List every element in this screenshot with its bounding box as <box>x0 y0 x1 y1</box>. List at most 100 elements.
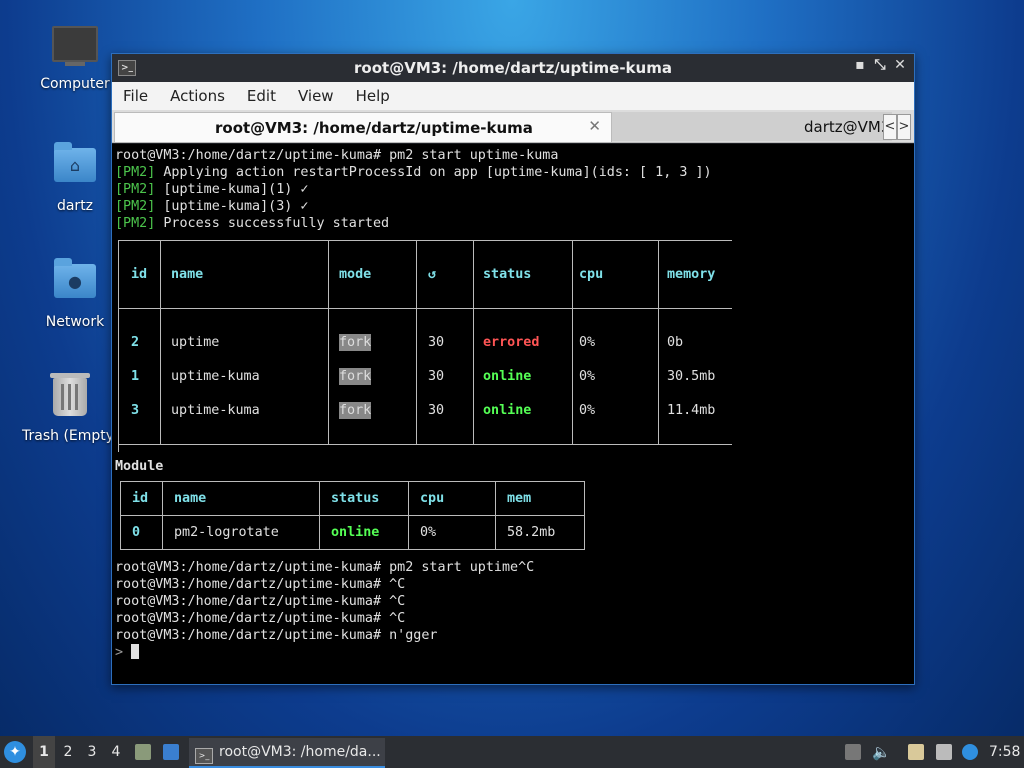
row-memory: 11.4mb <box>667 403 716 418</box>
module-row-mem: 58.2mb <box>495 515 585 550</box>
pm2-tag: [PM2] <box>115 199 156 214</box>
menu-file[interactable]: File <box>112 87 159 105</box>
volume-icon[interactable]: 🔈 <box>872 744 891 760</box>
command-text: ^C <box>381 594 406 609</box>
command-line: root@VM3:/home/dartz/uptime-kuma# pm2 st… <box>115 559 914 576</box>
tab-close-icon[interactable]: ✕ <box>588 117 601 135</box>
desktop-icon-home[interactable]: ⌂ dartz <box>27 140 123 214</box>
module-header-id: id <box>120 481 163 516</box>
taskbar-task-terminal[interactable]: >_ root@VM3: /home/da... <box>189 738 385 768</box>
module-title: Module <box>115 459 164 474</box>
start-menu-icon[interactable]: ✦ <box>4 741 26 763</box>
workspace-2[interactable]: 2 <box>57 736 79 768</box>
update-notifier-icon[interactable] <box>962 744 978 760</box>
command-line: root@VM3:/home/dartz/uptime-kuma# ^C <box>115 610 914 627</box>
row-cpu: 0% <box>579 403 596 418</box>
prompt: root@VM3:/home/dartz/uptime-kuma# <box>115 577 382 592</box>
row-status: errored <box>483 335 540 350</box>
desktop-icon-label: Network <box>45 314 105 330</box>
pm2-output-line: [PM2] [uptime-kuma](3) ✓ <box>115 198 914 215</box>
terminal-output[interactable]: root@VM3:/home/dartz/uptime-kuma# pm2 st… <box>112 144 914 684</box>
table-header-name: name <box>171 267 204 282</box>
file-manager-launcher-icon[interactable] <box>135 744 151 760</box>
desktop-icon-trash[interactable]: Trash (Empty) <box>22 372 120 444</box>
workspace-1[interactable]: 1 <box>33 736 55 768</box>
desktop-icon-label: Computer <box>40 76 110 92</box>
clock[interactable]: 7:58 <box>989 736 1020 768</box>
command-line: root@VM3:/home/dartz/uptime-kuma# ^C <box>115 576 914 593</box>
menu-help[interactable]: Help <box>345 87 401 105</box>
command-text: n'gger <box>381 628 438 643</box>
module-row-cpu: 0% <box>408 515 496 550</box>
row-id: 2 <box>131 335 140 350</box>
window-titlebar[interactable]: >_ root@VM3: /home/dartz/uptime-kuma ▪ ⤡… <box>112 54 914 82</box>
window-title: root@VM3: /home/dartz/uptime-kuma <box>354 59 672 77</box>
module-header-status: status <box>319 481 409 516</box>
row-restarts: 30 <box>428 403 445 418</box>
menu-bar: File Actions Edit View Help <box>112 82 914 110</box>
terminal-icon: >_ <box>195 748 213 764</box>
tab-root[interactable]: root@VM3: /home/dartz/uptime-kuma ✕ <box>114 112 612 142</box>
command-text: ^C <box>381 577 406 592</box>
taskbar: ✦ 1 2 3 4 >_ root@VM3: /home/da... 🔈 7:58 <box>0 736 1024 768</box>
tab-scroll-right-button[interactable]: > <box>897 114 911 140</box>
tab-dartz[interactable]: dartz@VM3: ~ <box>612 112 892 141</box>
table-header-restarts: ↺ <box>428 267 437 282</box>
pm2-tag: [PM2] <box>115 216 156 231</box>
pm2-tag: [PM2] <box>115 182 156 197</box>
desktop-icon-network[interactable]: ● Network <box>27 256 123 330</box>
prompt: root@VM3:/home/dartz/uptime-kuma# <box>115 148 382 163</box>
desktop-icon-computer[interactable]: Computer <box>27 22 123 92</box>
prompt: root@VM3:/home/dartz/uptime-kuma# <box>115 594 382 609</box>
terminal-window[interactable]: >_ root@VM3: /home/dartz/uptime-kuma ▪ ⤡… <box>111 53 915 685</box>
command-line: root@VM3:/home/dartz/uptime-kuma# ^C <box>115 593 914 610</box>
close-button[interactable]: ✕ <box>890 57 910 73</box>
command-text: pm2 start uptime-kuma <box>381 148 559 163</box>
minimize-button[interactable]: ▪ <box>850 57 870 73</box>
module-row-id: 0 <box>120 515 163 550</box>
network-icon[interactable] <box>936 744 952 760</box>
text-cursor[interactable] <box>131 644 140 659</box>
tab-scroll-left-button[interactable]: < <box>883 114 897 140</box>
pm2-output-line: [PM2] Process successfully started <box>115 215 914 232</box>
tray-up-icon[interactable] <box>845 744 861 760</box>
module-header-mem: mem <box>495 481 585 516</box>
module-table-row: 0 pm2-logrotate online 0% 58.2mb <box>120 515 585 550</box>
command-text: pm2 start uptime^C <box>381 560 535 575</box>
process-table: id name mode ↺ status cpu memory 2 uptim… <box>118 232 732 452</box>
row-memory: 30.5mb <box>667 369 716 384</box>
pm2-output-line: [PM2] [uptime-kuma](1) ✓ <box>115 181 914 198</box>
row-mode: fork <box>339 402 372 419</box>
clipboard-icon[interactable] <box>908 744 924 760</box>
row-id: 1 <box>131 369 140 384</box>
table-header-memory: memory <box>667 267 716 282</box>
tab-bar: root@VM3: /home/dartz/uptime-kuma ✕ dart… <box>112 110 914 143</box>
pm2-text: [uptime-kuma](3) ✓ <box>155 199 309 214</box>
row-status: online <box>483 403 532 418</box>
pm2-text: Process successfully started <box>155 216 390 231</box>
continuation-prompt: > <box>115 645 132 660</box>
network-folder-icon: ● <box>52 258 98 310</box>
module-row-status: online <box>319 515 409 550</box>
workspace-3[interactable]: 3 <box>81 736 103 768</box>
desktop-icon-label: Trash (Empty) <box>22 428 120 444</box>
desktop-launcher-icon[interactable] <box>163 744 179 760</box>
task-label: root@VM3: /home/da... <box>219 744 381 760</box>
pm2-text: Applying action restartProcessId on app … <box>155 165 712 180</box>
command-text: ^C <box>381 611 406 626</box>
prompt: root@VM3:/home/dartz/uptime-kuma# <box>115 611 382 626</box>
row-status: online <box>483 369 532 384</box>
pm2-output-line: [PM2] Applying action restartProcessId o… <box>115 164 914 181</box>
maximize-button[interactable]: ⤡ <box>870 57 890 73</box>
row-restarts: 30 <box>428 335 445 350</box>
row-name: uptime <box>171 335 220 350</box>
menu-view[interactable]: View <box>287 87 345 105</box>
desktop-icon-label: dartz <box>56 198 94 214</box>
input-line: > <box>115 644 914 661</box>
row-mode: fork <box>339 334 372 351</box>
workspace-4[interactable]: 4 <box>105 736 127 768</box>
module-row-name: pm2-logrotate <box>162 515 320 550</box>
table-header-id: id <box>131 267 148 282</box>
menu-edit[interactable]: Edit <box>236 87 287 105</box>
menu-actions[interactable]: Actions <box>159 87 236 105</box>
